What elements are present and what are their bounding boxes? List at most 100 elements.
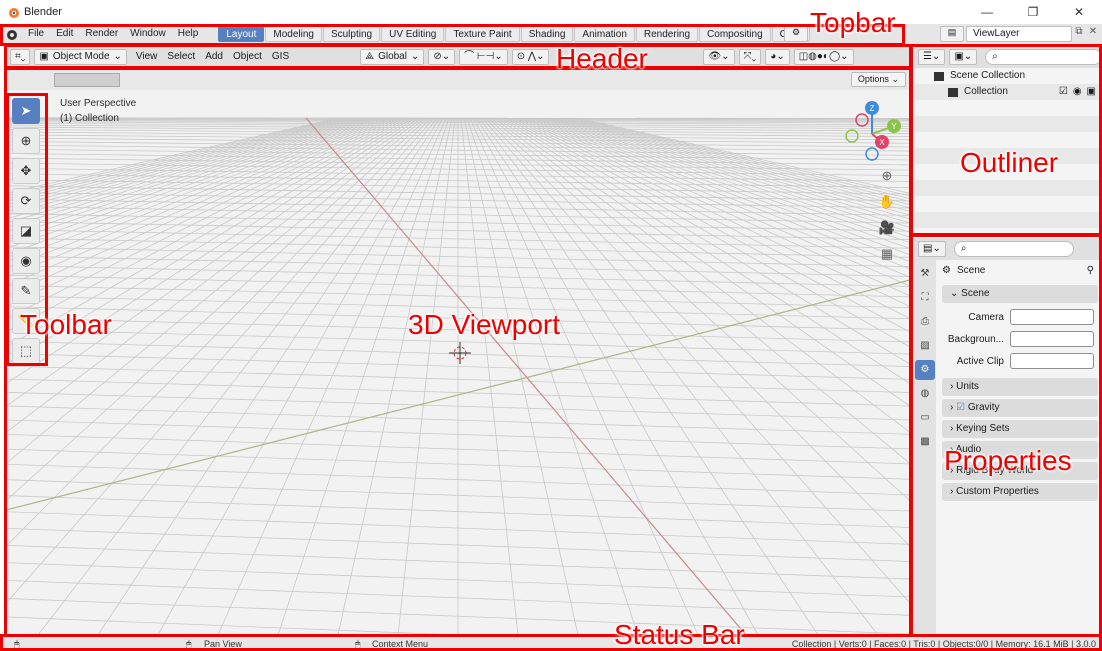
tab-sculpting[interactable]: Sculpting (322, 26, 381, 42)
outliner-editor-type[interactable]: ☰⌄ (918, 49, 946, 65)
panel-scene-header[interactable]: ⌄ Scene (942, 285, 1098, 303)
remove-view-layer-icon[interactable]: ✕ (1086, 26, 1100, 42)
menu-edit[interactable]: Edit (50, 24, 79, 44)
pan-hand-icon[interactable]: ✋ (876, 191, 898, 213)
annotate-tool-button[interactable]: ✎ (12, 278, 40, 304)
camera-icon[interactable]: ▣ (1087, 84, 1096, 100)
tab-render[interactable]: ⛶ (915, 288, 935, 308)
proportional-editing-selector[interactable]: ⊙ ⋀⌄ (511, 49, 550, 65)
perspective-toggle-icon[interactable]: ▦ (876, 243, 898, 265)
close-button[interactable]: ✕ (1056, 0, 1102, 24)
select-tool-button[interactable]: ➤ (12, 98, 40, 124)
mode-label: Object Mode (52, 51, 110, 62)
menu-view[interactable]: View (131, 46, 163, 68)
tab-scene[interactable]: ⚙ (915, 360, 935, 380)
eye-icon: 👁⌄ (708, 51, 730, 62)
tab-uv-editing[interactable]: UV Editing (381, 26, 445, 42)
tab-output[interactable]: ⎙ (915, 312, 935, 332)
outliner-search-input[interactable]: ⌕ (985, 49, 1102, 65)
properties-search-input[interactable]: ⌕ (953, 241, 1074, 257)
cursor-tool-button[interactable]: ⊕ (12, 128, 40, 154)
tab-animation[interactable]: Animation (574, 26, 635, 42)
camera-view-icon[interactable]: 🎥 (876, 217, 898, 239)
maximize-button[interactable]: ❐ (1010, 0, 1056, 24)
menu-window[interactable]: Window (124, 24, 172, 44)
camera-field[interactable] (1010, 309, 1094, 325)
annotation-viewport: 3D Viewport (408, 309, 561, 340)
tab-texture-paint[interactable]: Texture Paint (445, 26, 520, 42)
outliner-empty-row (914, 132, 1102, 148)
pivot-point-selector[interactable]: ⊘⌄ (428, 49, 456, 65)
menu-file[interactable]: File (22, 24, 50, 44)
tab-texture[interactable]: ▩ (915, 432, 935, 452)
pin-icon[interactable]: ⚲ (1087, 260, 1094, 282)
pivot-icon: ⊘⌄ (433, 51, 451, 62)
outliner-empty-row (914, 180, 1102, 196)
zoom-icon[interactable]: ⊕ (876, 165, 898, 187)
editor-type-icon: ⌗⌄ (15, 51, 26, 62)
background-field[interactable] (1010, 331, 1094, 347)
tab-shading[interactable]: Shading (520, 26, 574, 42)
menu-object[interactable]: Object (228, 46, 267, 68)
minimize-button[interactable]: — (964, 0, 1010, 24)
transform-orientation-selector[interactable]: ⟁ Global ⌄ (360, 49, 425, 65)
tab-compositing[interactable]: Compositing (699, 26, 771, 42)
editor-type-selector[interactable]: ⌗⌄ (10, 49, 31, 65)
neg-z-axis-icon[interactable] (865, 147, 879, 161)
tab-tool[interactable]: ⚒ (915, 264, 935, 284)
navigation-gizmo[interactable]: Z Y X (836, 98, 908, 168)
pencil-icon: ✎ (20, 283, 32, 298)
workspace-tabs: Layout Modeling Sculpting UV Editing Tex… (218, 25, 811, 43)
snapping-selector[interactable]: ⌒ ⊢⊣⌄ (459, 49, 508, 65)
new-view-layer-icon[interactable]: ⧉ (1072, 26, 1086, 42)
transform-tool-button[interactable]: ◉ (12, 248, 40, 274)
active-clip-field[interactable] (1010, 353, 1094, 369)
annotation-header: Header (556, 43, 648, 74)
overlay-selector[interactable]: ◕⌄ (765, 49, 790, 65)
panel-gravity-header[interactable]: › ☑ Gravity (942, 399, 1098, 417)
scene-selector[interactable]: ⚙ (784, 26, 808, 42)
blender-menu-icon[interactable] (4, 27, 18, 41)
tab-collection[interactable]: ▭ (915, 408, 935, 428)
properties-editor-type[interactable]: ▤⌄ (918, 241, 946, 257)
neg-y-axis-icon[interactable] (845, 129, 859, 143)
add-cube-tool-button[interactable]: ⬚ (12, 338, 40, 364)
selection-mode-buttons[interactable] (54, 73, 120, 87)
3d-viewport[interactable]: Options ⌄ User Perspective (1) Collectio… (6, 70, 910, 635)
rotate-tool-button[interactable]: ⟳ (12, 188, 40, 214)
menu-gis[interactable]: GIS (267, 46, 294, 68)
tab-layout[interactable]: Layout (218, 26, 265, 42)
mouse-left-icon: 🖱 (14, 639, 20, 649)
outliner-scene-collection[interactable]: Scene Collection (914, 68, 1102, 84)
view-layer-icon[interactable]: ▤ (940, 26, 964, 42)
shading-selector[interactable]: ◫◍●◐◯⌄ (793, 49, 854, 65)
panel-units-header[interactable]: › Units (942, 378, 1098, 396)
neg-x-axis-icon[interactable] (855, 113, 869, 127)
view-layer-field[interactable]: ViewLayer (966, 26, 1072, 42)
scale-tool-button[interactable]: ◪ (12, 218, 40, 244)
gizmo-selector[interactable]: ⤧⌄ (738, 49, 762, 65)
eye-icon[interactable]: ◉ (1073, 84, 1082, 100)
properties-context: ⚙ Scene ⚲ (942, 260, 1098, 282)
menu-help[interactable]: Help (172, 24, 205, 44)
mode-selector[interactable]: ▣ Object Mode ⌄ (34, 49, 127, 65)
tab-rendering[interactable]: Rendering (635, 26, 699, 42)
tab-world[interactable]: ◍ (915, 384, 935, 404)
tab-modeling[interactable]: Modeling (265, 26, 322, 42)
options-dropdown[interactable]: Options ⌄ (850, 72, 906, 87)
menu-select[interactable]: Select (162, 46, 200, 68)
rotate-icon: ⟳ (20, 193, 32, 208)
menu-add[interactable]: Add (200, 46, 228, 68)
checkbox-icon[interactable]: ☑ (1059, 84, 1068, 100)
move-tool-button[interactable]: ✥ (12, 158, 40, 184)
gravity-checkbox-icon[interactable]: ☑ (956, 402, 965, 413)
panel-keying-sets-header[interactable]: › Keying Sets (942, 420, 1098, 438)
panel-custom-properties-header[interactable]: › Custom Properties (942, 483, 1098, 501)
annotation-properties: Properties (944, 445, 1072, 476)
outliner-collection-row[interactable]: Collection ☑ ◉ ▣ (914, 84, 1102, 100)
tab-view-layer[interactable]: ▨ (915, 336, 935, 356)
menu-render[interactable]: Render (79, 24, 124, 44)
grid-line (97, 117, 441, 635)
visibility-selector[interactable]: 👁⌄ (703, 49, 735, 65)
outliner-display-mode[interactable]: ▣⌄ (949, 49, 978, 65)
